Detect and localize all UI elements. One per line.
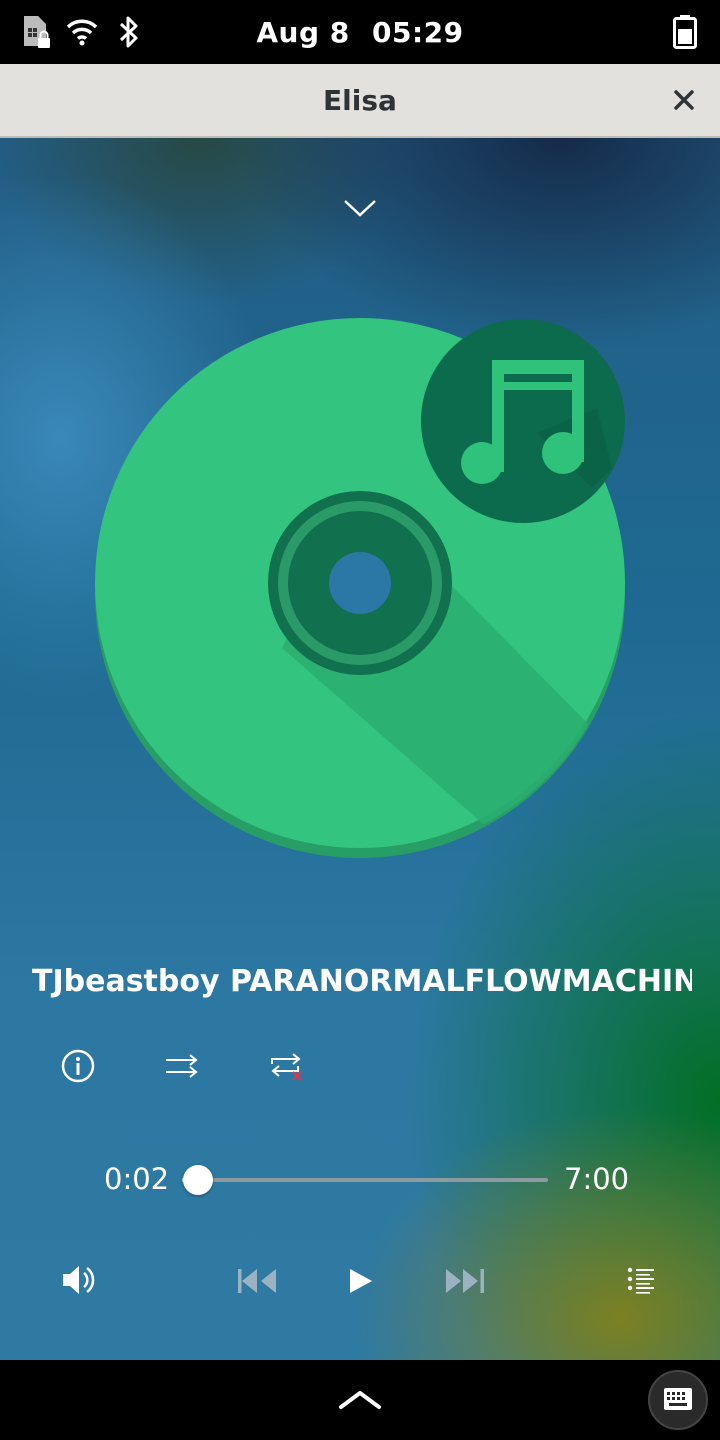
chevron-down-icon[interactable] bbox=[342, 196, 378, 220]
playlist-icon[interactable] bbox=[626, 1266, 656, 1300]
status-bar: Aug 8 05:29 bbox=[0, 0, 720, 64]
play-icon[interactable] bbox=[348, 1267, 374, 1299]
keyboard-icon[interactable] bbox=[648, 1370, 708, 1430]
skip-forward-icon[interactable] bbox=[444, 1268, 486, 1298]
status-datetime: Aug 8 05:29 bbox=[0, 16, 720, 49]
status-time: 05:29 bbox=[372, 16, 464, 49]
title-bar: Elisa bbox=[0, 64, 720, 138]
battery-icon bbox=[672, 14, 698, 54]
repeat-off-icon[interactable] bbox=[268, 1050, 306, 1086]
shuffle-icon[interactable] bbox=[164, 1052, 200, 1084]
disc-hole bbox=[329, 552, 391, 614]
progress-slider[interactable] bbox=[182, 1178, 548, 1182]
navigation-bar bbox=[0, 1360, 720, 1440]
window-title: Elisa bbox=[323, 84, 397, 117]
info-icon[interactable] bbox=[61, 1049, 95, 1087]
progress-handle[interactable] bbox=[182, 1165, 213, 1195]
now-playing-view: TJbeastboy PARANORMALFLOWMACHIN… 0:02 7:… bbox=[0, 138, 720, 1360]
chevron-up-icon[interactable] bbox=[338, 1388, 382, 1410]
total-duration: 7:00 bbox=[564, 1162, 630, 1196]
elapsed-time: 0:02 bbox=[104, 1162, 170, 1196]
track-title: TJbeastboy PARANORMALFLOWMACHIN… bbox=[32, 964, 692, 999]
skip-back-icon[interactable] bbox=[236, 1268, 278, 1298]
status-date: Aug 8 bbox=[256, 16, 350, 49]
album-art bbox=[95, 318, 625, 858]
close-icon[interactable] bbox=[670, 86, 698, 114]
volume-icon[interactable] bbox=[60, 1263, 96, 1301]
